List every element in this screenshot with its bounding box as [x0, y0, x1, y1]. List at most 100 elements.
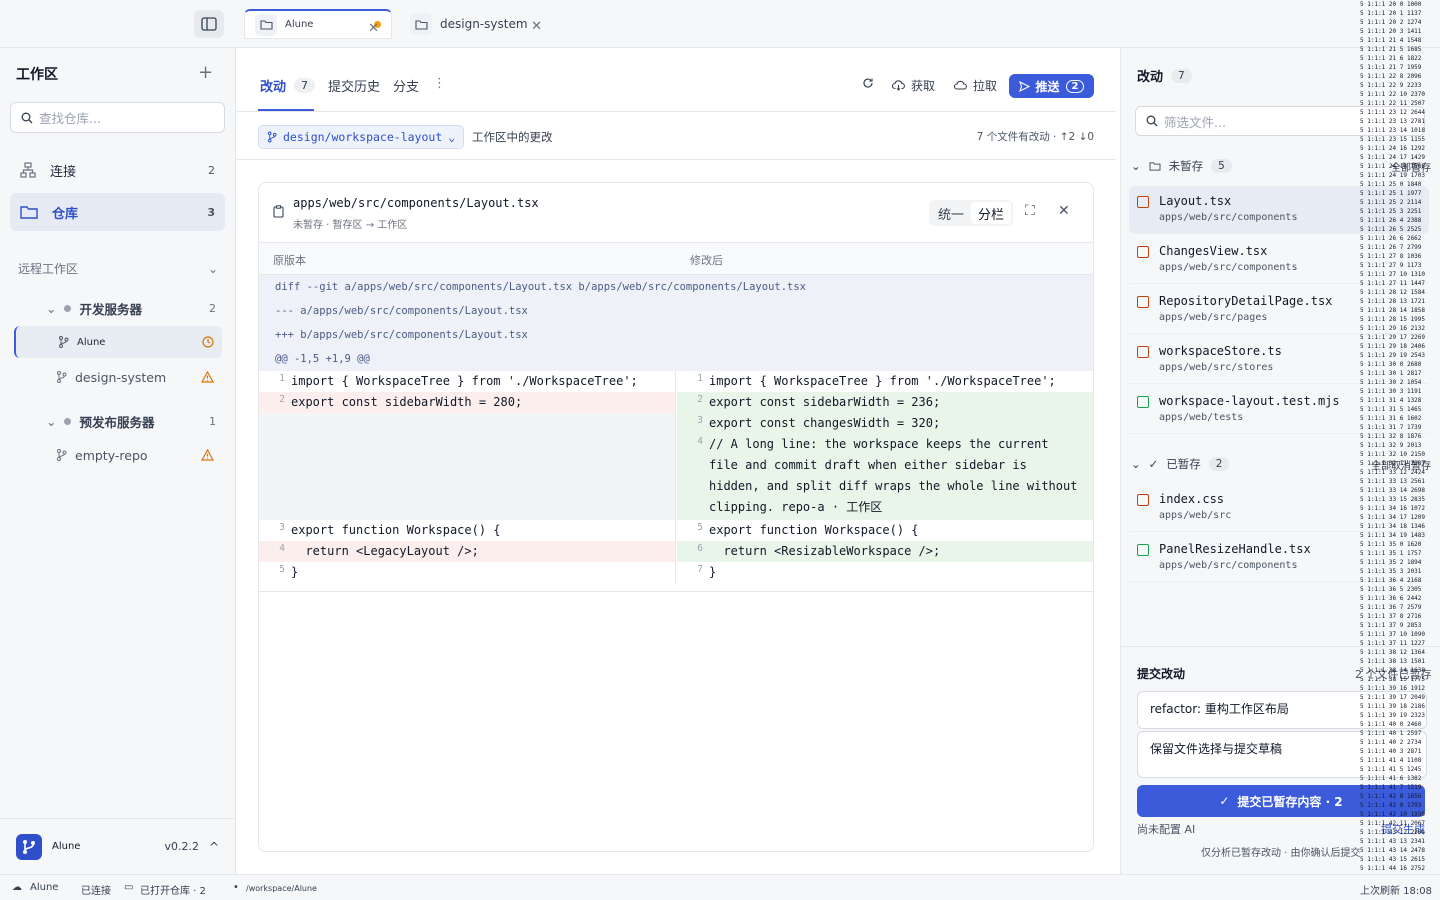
file-type-icon [1137, 396, 1149, 408]
file-filter-input[interactable]: 筛选文件... [1135, 106, 1425, 136]
server-name: 预发布服务器 [79, 415, 155, 430]
diff-line: 5 export function Workspace() { [677, 520, 1093, 541]
file-type-icon [1137, 196, 1149, 208]
chevron-down-icon: ⌄ [207, 261, 218, 276]
warning-icon [201, 449, 214, 461]
line-number: 5 [279, 564, 285, 575]
connection-icon [20, 162, 36, 178]
file-info: Layout.tsx apps/web/src/components [1159, 194, 1297, 223]
line-number [259, 434, 291, 520]
line-code: export const sidebarWidth = 236; [709, 395, 941, 409]
stage-all-button[interactable]: 全部暂存 [1391, 159, 1431, 174]
push-button[interactable]: 推送 2 [1009, 74, 1094, 98]
sidebar-footer: Alune v0.2.2 ^ [0, 818, 235, 874]
tab-label: Alune [285, 19, 314, 30]
repo-item-design-system[interactable]: design-system [14, 361, 222, 393]
view-split-button[interactable]: 分栏 [971, 202, 1012, 224]
file-info: workspace-layout.test.mjs apps/web/tests [1159, 394, 1340, 423]
view-unified-button[interactable]: 统一 [931, 202, 971, 224]
file-path: apps/web/src [1159, 510, 1232, 521]
line-number: 2 [697, 394, 703, 405]
commit-summary-field[interactable]: refactor: 重构工作区布局 [1137, 691, 1427, 729]
line-number: 4 [697, 436, 703, 447]
status-connection: 已连接 [81, 886, 111, 897]
changed-file-item[interactable]: workspace-layout.test.mjs apps/web/tests [1129, 386, 1429, 434]
commit-description-field[interactable]: 保留文件选择与提交草稿 [1137, 731, 1427, 778]
commit-note: 仅分析已暂存改动 · 由你确认后提交 [1201, 848, 1361, 859]
diff-line: 2 export const sidebarWidth = 236; [677, 392, 1093, 413]
more-menu-icon[interactable]: ⋮ [433, 76, 446, 91]
app-name: Alune [52, 841, 81, 852]
commit-staged-button[interactable]: ✓ 提交已暂存内容 · 2 [1137, 785, 1425, 817]
diff-line [259, 413, 675, 434]
folder-icon [1149, 162, 1161, 171]
filter-placeholder: 筛选文件... [1164, 114, 1226, 130]
branch-icon [57, 371, 67, 383]
sidebar-item-label: 连接 [50, 164, 77, 180]
sidebar-item-repositories[interactable]: 仓库 3 [10, 193, 225, 231]
remote-workspace-section[interactable]: 远程工作区 ⌄ [18, 260, 218, 277]
branch-selector[interactable]: design/workspace-layout ⌄ [258, 125, 465, 149]
diff-file-state: 未暂存 · 暂存区 → 工作区 [293, 220, 408, 231]
server-group-staging[interactable]: ⌄ 预发布服务器 1 [46, 412, 216, 431]
chevron-up-icon[interactable]: ^ [209, 840, 219, 854]
changed-file-item[interactable]: index.css apps/web/src [1129, 484, 1429, 532]
tab-history[interactable]: 提交历史 [328, 76, 380, 95]
panel-title: 改动 [1137, 70, 1164, 85]
line-number: 3 [279, 522, 285, 533]
repo-item-alune[interactable]: Alune [14, 326, 222, 358]
file-name: Layout.tsx [1159, 194, 1232, 208]
search-placeholder: 查找仓库... [39, 111, 101, 126]
tab-changes[interactable]: 改动 7 [260, 76, 316, 95]
sidebar-item-connections[interactable]: 连接 2 [10, 151, 225, 189]
staged-group-header[interactable]: ⌄ ✓ 已暂存 2 全部取消暂存 [1131, 456, 1431, 472]
refresh-button[interactable] [862, 77, 874, 89]
server-name: 开发服务器 [79, 302, 142, 317]
toggle-sidebar-button[interactable] [194, 10, 224, 38]
count-badge: 5 [1211, 159, 1232, 173]
add-workspace-icon[interactable]: + [198, 62, 213, 83]
repo-search-input[interactable]: 查找仓库... [10, 102, 225, 133]
diff-viewer: apps/web/src/components/Layout.tsx 未暂存 ·… [258, 182, 1094, 852]
close-tab-icon[interactable]: ✕ [368, 21, 379, 36]
sidebar-title: 工作区 [16, 67, 58, 83]
changed-file-item[interactable]: ChangesView.tsx apps/web/src/components [1129, 236, 1429, 284]
repo-tab-alune[interactable]: Alune ✕ [244, 9, 392, 39]
cloud-download-icon [892, 80, 905, 91]
generate-commit-button[interactable]: 提交生成 [1381, 821, 1425, 837]
status-open-repos[interactable]: 已打开仓库 · 2 [140, 882, 206, 897]
line-code: export const changesWidth = 320; [709, 416, 941, 430]
repo-tab-design-system[interactable]: design-system ✕ [400, 9, 548, 39]
diff-line: 6 return <ResizableWorkspace />; [677, 541, 1093, 562]
changed-file-item[interactable]: Layout.tsx apps/web/src/components [1129, 186, 1429, 234]
file-name: RepositoryDetailPage.tsx [1159, 294, 1333, 308]
close-icon[interactable]: ✕ [1058, 203, 1070, 219]
diff-line: 2 export const sidebarWidth = 280; [259, 392, 675, 413]
repo-item-empty-repo[interactable]: empty-repo [14, 439, 222, 471]
fetch-button[interactable]: 获取 [892, 77, 935, 94]
diff-header: apps/web/src/components/Layout.tsx 未暂存 ·… [259, 183, 1093, 243]
line-number: 6 [697, 543, 703, 554]
server-group-dev[interactable]: ⌄ 开发服务器 2 [46, 299, 216, 318]
clock-icon [202, 336, 214, 348]
file-type-icon [1137, 544, 1149, 556]
expand-icon[interactable]: ⛶ [1025, 203, 1035, 219]
tab-label: 分支 [393, 80, 420, 95]
diff-meta-line: diff --git a/apps/web/src/components/Lay… [259, 275, 1093, 299]
diff-line: 4 // A long line: the workspace keeps the… [677, 434, 1093, 520]
changed-file-item[interactable]: RepositoryDetailPage.tsx apps/web/src/pag… [1129, 286, 1429, 334]
repo-name: Alune [77, 336, 106, 348]
unstaged-group-header[interactable]: ⌄ 未暂存 5 全部暂存 [1131, 158, 1431, 174]
app-version: v0.2.2 [164, 840, 199, 853]
file-info: PanelResizeHandle.tsx apps/web/src/compon… [1159, 542, 1311, 571]
changed-file-item[interactable]: PanelResizeHandle.tsx apps/web/src/compon… [1129, 534, 1429, 582]
line-number: 2 [279, 394, 285, 405]
changed-file-item[interactable]: workspaceStore.ts apps/web/src/stores [1129, 336, 1429, 384]
close-tab-icon[interactable]: ✕ [531, 19, 542, 34]
file-info: workspaceStore.ts apps/web/src/stores [1159, 344, 1282, 373]
pull-button[interactable]: 拉取 [954, 77, 997, 94]
branch-icon [57, 449, 67, 461]
line-number: 4 [279, 543, 285, 554]
unstage-all-button[interactable]: 全部取消暂存 [1371, 457, 1431, 472]
tab-branches[interactable]: 分支 [393, 76, 419, 95]
